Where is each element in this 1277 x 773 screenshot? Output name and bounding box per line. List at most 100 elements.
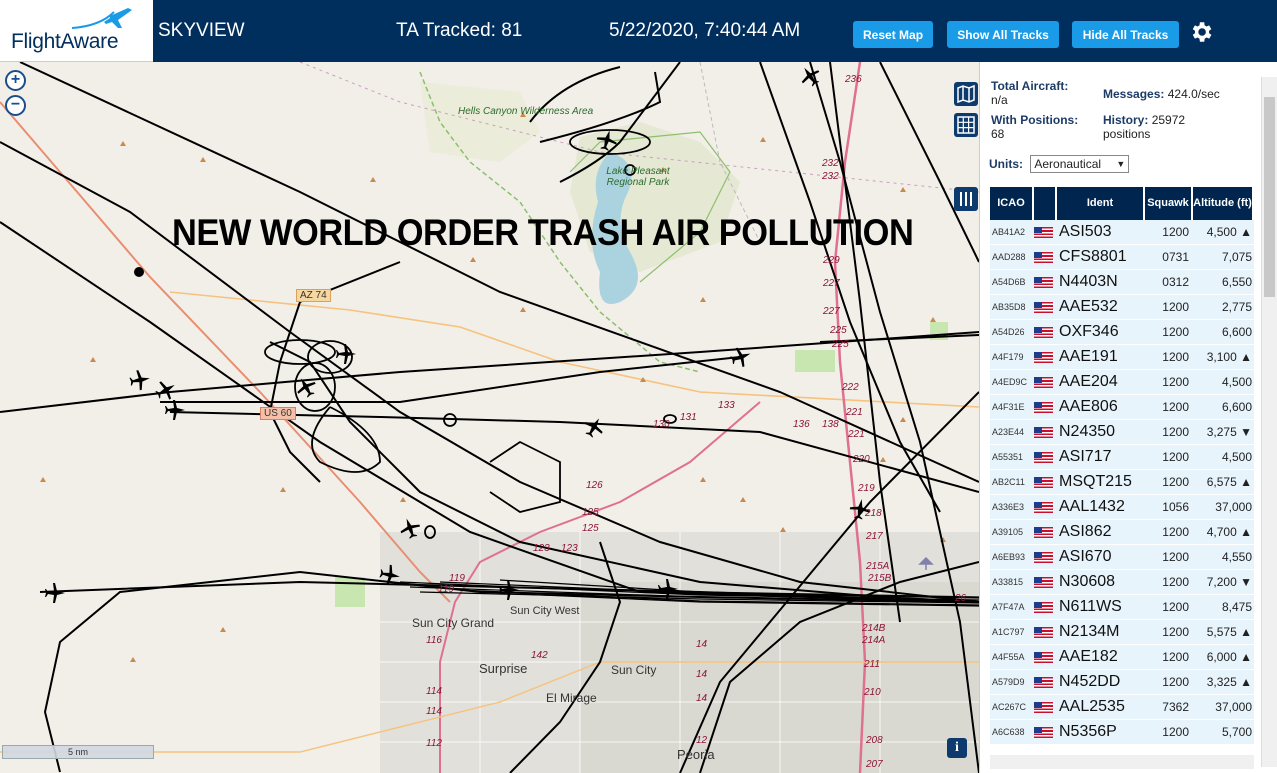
col-ident[interactable]: Ident	[1057, 187, 1145, 220]
cell-altitude: 5,700	[1221, 725, 1252, 739]
table-row[interactable]: AB35D8 AAE532 1200 2,775	[990, 295, 1254, 320]
cell-altitude: 6,600	[1221, 325, 1252, 339]
table-row[interactable]: A579D9 N452DD 1200 3,325 ▲	[990, 670, 1254, 695]
road-number: 214B	[862, 623, 886, 634]
cell-ident: N2134M	[1059, 623, 1120, 640]
cell-altitude: 2,775	[1221, 300, 1252, 314]
table-row[interactable]: A4ED9C AAE204 1200 4,500	[990, 370, 1254, 395]
us-flag-icon	[1034, 376, 1053, 388]
road-number: 221	[848, 429, 865, 440]
table-row[interactable]: AC267C AAL2535 7362 37,000	[990, 695, 1254, 720]
units-select[interactable]: Aeronautical ▼	[1030, 155, 1130, 173]
cell-ident: OXF346	[1059, 323, 1119, 340]
table-row[interactable]: A4F31E AAE806 1200 6,600	[990, 395, 1254, 420]
table-row[interactable]: A4F179 AAE191 1200 3,100 ▲	[990, 345, 1254, 370]
gear-icon[interactable]	[1188, 19, 1214, 45]
cell-ident: ASI670	[1059, 548, 1112, 565]
cell-icao: A54D26	[992, 327, 1025, 337]
show-all-tracks-button[interactable]: Show All Tracks	[947, 21, 1059, 48]
table-row[interactable]: A55351 ASI717 1200 4,500	[990, 445, 1254, 470]
col-flag[interactable]	[1034, 187, 1057, 220]
table-row[interactable]: A7F47A N611WS 1200 8,475	[990, 595, 1254, 620]
place-surprise: Surprise	[479, 661, 528, 676]
cell-altitude: 4,550	[1221, 550, 1252, 564]
road-number: 14	[696, 639, 708, 650]
zoom-out-button[interactable]: −	[5, 95, 26, 116]
cell-flag	[1034, 576, 1057, 588]
hide-all-tracks-button[interactable]: Hide All Tracks	[1072, 21, 1179, 48]
place-sun-city-west: Sun City West	[510, 605, 580, 617]
road-number: 138	[822, 419, 839, 430]
road-number: 114	[426, 686, 442, 697]
table-row[interactable]: A6EB93 ASI670 1200 4,550	[990, 545, 1254, 570]
map-layers-button[interactable]	[954, 82, 978, 106]
cell-icao: A7F47A	[992, 602, 1025, 612]
cell-ident: AAL2535	[1059, 698, 1125, 715]
cell-altitude: 7,200 ▼	[1206, 575, 1252, 589]
cell-squawk: 1200	[1162, 400, 1189, 414]
us-flag-icon	[1034, 701, 1053, 713]
col-squawk[interactable]: Squawk	[1145, 187, 1193, 220]
app-name: SKYVIEW	[158, 20, 245, 41]
cell-ident: AAE191	[1059, 348, 1118, 365]
flightaware-logo[interactable]: FlightAware	[0, 0, 153, 62]
info-button[interactable]: i	[947, 738, 967, 758]
table-row[interactable]: A6C638 N5356P 1200 5,700	[990, 720, 1254, 745]
place-sun-city-grand: Sun City Grand	[412, 616, 495, 630]
cell-altitude: 37,000	[1215, 500, 1252, 514]
grid-toggle-button[interactable]	[954, 113, 978, 137]
columns-icon	[960, 192, 972, 206]
table-row[interactable]: A4F55A AAE182 1200 6,000 ▲	[990, 645, 1254, 670]
scrollbar-thumb[interactable]	[1264, 97, 1275, 297]
place-peoria: Peoria	[677, 747, 715, 762]
table-row[interactable]: A33815 N30608 1200 7,200 ▼	[990, 570, 1254, 595]
units-row: Units: Aeronautical ▼	[989, 155, 1130, 173]
cell-altitude: 6,575 ▲	[1206, 475, 1252, 489]
us-flag-icon	[1034, 351, 1053, 363]
cell-squawk: 1200	[1162, 725, 1189, 739]
cell-flag	[1034, 701, 1057, 713]
us-flag-icon	[1034, 301, 1053, 313]
table-row[interactable]: A336E3 AAL1432 1056 37,000	[990, 495, 1254, 520]
cell-flag	[1034, 451, 1057, 463]
cell-flag	[1034, 251, 1057, 263]
table-row[interactable]: A23E44 N24350 1200 3,275 ▼	[990, 420, 1254, 445]
map-view[interactable]: Hells Canyon Wilderness Area Lake Pleasa…	[0, 62, 979, 773]
cell-icao: A579D9	[992, 677, 1025, 687]
cell-squawk: 1200	[1162, 375, 1189, 389]
table-row[interactable]: AAD288 CFS8801 0731 7,075	[990, 245, 1254, 270]
table-row[interactable]: A1C797 N2134M 1200 5,575 ▲	[990, 620, 1254, 645]
cell-icao: AB41A2	[992, 227, 1026, 237]
road-number: 225	[830, 325, 847, 336]
reset-map-button[interactable]: Reset Map	[853, 21, 933, 48]
cell-icao: AB35D8	[992, 302, 1026, 312]
road-number: 225	[832, 339, 849, 350]
cell-flag	[1034, 601, 1057, 613]
cell-ident: N30608	[1059, 573, 1116, 590]
vertical-scrollbar[interactable]	[1261, 77, 1277, 767]
cell-ident: N4403N	[1059, 273, 1118, 290]
road-number: 123	[561, 543, 578, 554]
history-stat: History: 25972 positions	[1103, 113, 1223, 141]
col-altitude[interactable]: Altitude (ft)	[1193, 187, 1254, 220]
plane-logo-icon	[71, 8, 132, 29]
cell-altitude: 5,575 ▲	[1206, 625, 1252, 639]
cell-ident: ASI503	[1059, 223, 1112, 240]
table-row[interactable]: AB41A2 ASI503 1200 4,500 ▲	[990, 220, 1254, 245]
columns-toggle-button[interactable]	[954, 187, 978, 211]
table-row[interactable]: AB2C11 MSQT215 1200 6,575 ▲	[990, 470, 1254, 495]
us-flag-icon	[1034, 676, 1053, 688]
map-icon	[957, 84, 975, 104]
table-row[interactable]: A54D6B N4403N 0312 6,550	[990, 270, 1254, 295]
zoom-in-button[interactable]: +	[5, 70, 26, 91]
cell-icao: A1C797	[992, 627, 1025, 637]
table-row[interactable]: A39105 ASI862 1200 4,700 ▲	[990, 520, 1254, 545]
table-row[interactable]: A54D26 OXF346 1200 6,600	[990, 320, 1254, 345]
us-flag-icon	[1034, 601, 1053, 613]
units-value: Aeronautical	[1034, 157, 1102, 171]
col-icao[interactable]: ICAO	[990, 187, 1034, 220]
cell-squawk: 0731	[1162, 250, 1189, 264]
horizontal-scrollbar[interactable]	[990, 755, 1254, 769]
road-number: 12	[696, 735, 708, 746]
cell-flag	[1034, 401, 1057, 413]
